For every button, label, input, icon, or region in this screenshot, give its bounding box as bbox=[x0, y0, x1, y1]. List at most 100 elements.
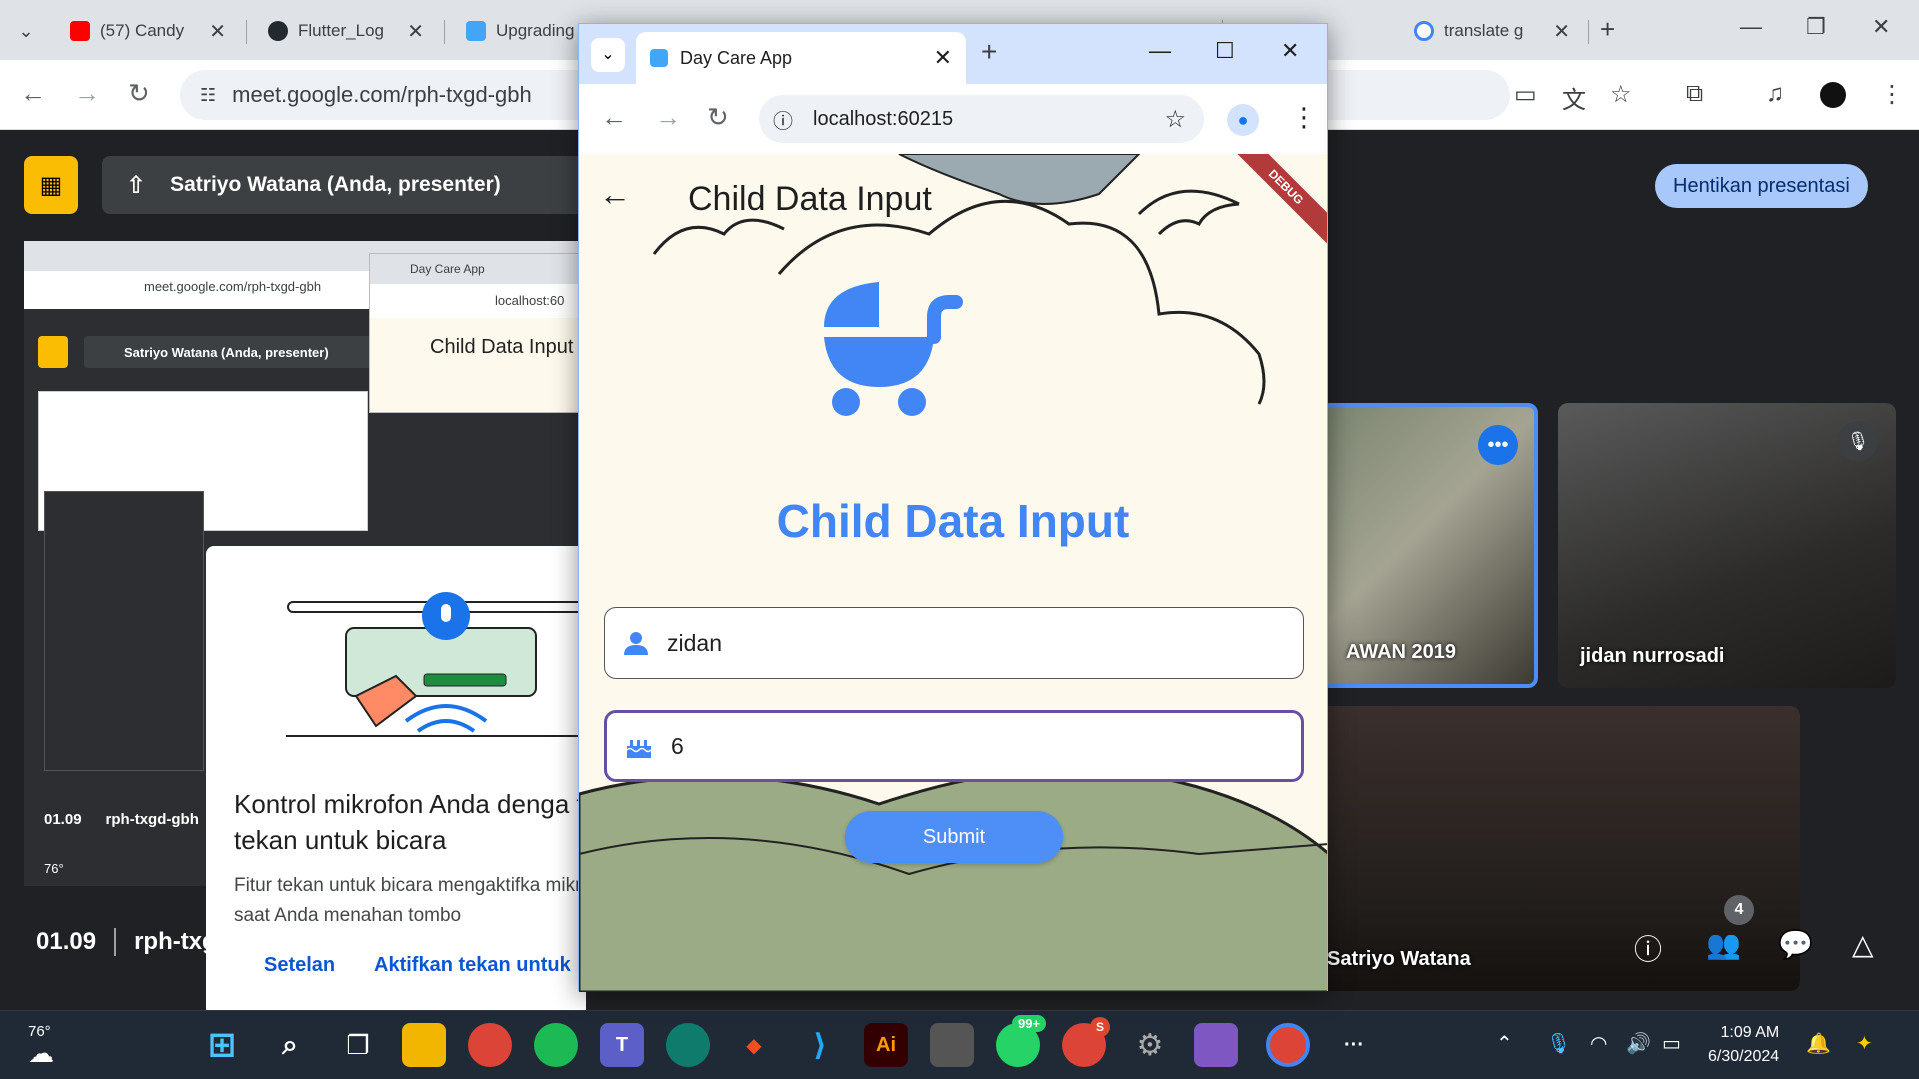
participant-tile[interactable]: 🎙 jidan nurrosadi bbox=[1558, 403, 1896, 688]
site-info-icon[interactable]: ☷ bbox=[200, 85, 216, 106]
popup-tab-bar: ⌄ Day Care App ✕ + — ☐ ✕ bbox=[579, 24, 1327, 84]
tab-youtube[interactable]: (57) Candy ✕ bbox=[58, 10, 238, 52]
figma-icon[interactable]: ◆ bbox=[732, 1023, 776, 1067]
start-button[interactable]: ⊞ bbox=[200, 1023, 244, 1067]
people-icon[interactable]: 👥 bbox=[1706, 928, 1741, 961]
spotify-icon[interactable] bbox=[534, 1023, 578, 1067]
illustrator-icon[interactable]: Ai bbox=[864, 1023, 908, 1067]
submit-button[interactable]: Submit bbox=[845, 811, 1063, 863]
edge-icon[interactable] bbox=[666, 1023, 710, 1067]
camera-icon[interactable]: ▭ bbox=[1514, 80, 1537, 109]
mini-presenting-icon bbox=[38, 336, 68, 368]
app-store-icon[interactable] bbox=[1194, 1023, 1238, 1067]
file-explorer-icon[interactable] bbox=[402, 1023, 446, 1067]
restore-button[interactable]: ❐ bbox=[1806, 14, 1826, 40]
wifi-icon[interactable]: ◠ bbox=[1590, 1031, 1607, 1056]
enable-push-to-talk-button[interactable]: Aktifkan tekan untuk bbox=[374, 954, 571, 977]
menu-dots-icon[interactable]: ⋮ bbox=[1880, 80, 1904, 109]
copilot-icon[interactable]: ✦ bbox=[1856, 1031, 1873, 1056]
participant-tile[interactable]: ••• AWAN 2019 bbox=[1320, 403, 1538, 688]
weather-widget[interactable]: 76° ☁ bbox=[28, 1023, 54, 1069]
clock-date: 6/30/2024 bbox=[1708, 1048, 1780, 1065]
windows-taskbar: 76° ☁ ⊞ ⌕ ❐ T ◆ ⟩ Ai 99+ S ⚙ ··· ⌃ 🎙 ◠ 🔊… bbox=[0, 1010, 1919, 1079]
mic-settings-button[interactable]: Setelan bbox=[264, 954, 335, 977]
child-age-field[interactable]: 6 bbox=[604, 710, 1304, 782]
stroller-icon bbox=[824, 282, 963, 416]
menu-dots-icon[interactable]: ⋮ bbox=[1291, 102, 1317, 133]
child-age-value: 6 bbox=[671, 732, 684, 759]
stop-presenting-button[interactable]: Hentikan presentasi bbox=[1655, 164, 1868, 208]
mini-localhost-url: localhost:60 bbox=[370, 284, 584, 318]
page-heading: Child Data Input bbox=[776, 495, 1130, 547]
mini-weather: 76° bbox=[44, 861, 64, 876]
presenting-icon[interactable]: ▦ bbox=[24, 156, 78, 214]
bookmark-star-icon[interactable]: ☆ bbox=[1610, 80, 1632, 109]
person-icon bbox=[624, 632, 648, 655]
chrome-icon[interactable] bbox=[1266, 1023, 1310, 1067]
app-back-arrow-icon[interactable]: ← bbox=[599, 176, 631, 213]
tray-chevron-icon[interactable]: ⌃ bbox=[1496, 1031, 1513, 1056]
cake-icon bbox=[626, 740, 652, 758]
tab-flutter-docs[interactable]: Upgrading bbox=[454, 10, 594, 52]
tab-github[interactable]: Flutter_Log ✕ bbox=[256, 10, 436, 52]
back-arrow-icon[interactable]: ← bbox=[601, 102, 627, 133]
forward-arrow-icon[interactable]: → bbox=[74, 78, 100, 109]
translate-icon[interactable]: 文 bbox=[1562, 80, 1586, 115]
battery-icon[interactable]: ▭ bbox=[1662, 1031, 1681, 1056]
teams-icon[interactable]: T bbox=[600, 1023, 644, 1067]
new-tab-button[interactable]: + bbox=[981, 36, 997, 68]
close-window-button[interactable]: ✕ bbox=[1872, 14, 1890, 40]
search-icon[interactable]: ⌕ bbox=[268, 1023, 312, 1067]
tab-search-button[interactable]: ⌄ bbox=[591, 38, 625, 72]
tab-search-button[interactable]: ⌄ bbox=[8, 10, 44, 52]
tab-google-translate[interactable]: translate g ✕ bbox=[1402, 10, 1582, 52]
cloud-icon: ☁ bbox=[28, 1038, 54, 1068]
vscode-icon[interactable]: ⟩ bbox=[798, 1023, 842, 1067]
site-info-icon[interactable]: ⓘ bbox=[773, 105, 793, 134]
close-window-button[interactable]: ✕ bbox=[1281, 38, 1299, 64]
tab-day-care-app[interactable]: Day Care App ✕ bbox=[636, 32, 966, 84]
chrome-profile-badge: S bbox=[1090, 1017, 1110, 1037]
maximize-button[interactable]: ☐ bbox=[1215, 38, 1235, 64]
close-icon[interactable]: ✕ bbox=[1553, 19, 1570, 44]
minimize-button[interactable]: — bbox=[1740, 14, 1762, 40]
back-arrow-icon[interactable]: ← bbox=[20, 78, 46, 109]
activities-icon[interactable]: △ bbox=[1852, 928, 1874, 961]
child-name-field[interactable]: zidan bbox=[604, 607, 1304, 679]
remote-desktop-icon[interactable] bbox=[930, 1023, 974, 1067]
settings-icon[interactable]: ⚙ bbox=[1128, 1023, 1172, 1067]
tab-label: (57) Candy bbox=[100, 21, 185, 40]
bookmark-star-icon[interactable]: ☆ bbox=[1164, 105, 1186, 134]
close-icon[interactable]: ✕ bbox=[407, 19, 424, 44]
task-view-icon[interactable]: ❐ bbox=[336, 1023, 380, 1067]
volume-icon[interactable]: 🔊 bbox=[1626, 1031, 1651, 1056]
google-icon bbox=[1414, 21, 1434, 41]
system-clock[interactable]: 1:09 AM 6/30/2024 bbox=[1708, 1021, 1779, 1069]
mic-tray-icon[interactable]: 🎙 bbox=[1546, 1031, 1571, 1056]
participant-name: AWAN 2019 bbox=[1346, 641, 1457, 663]
whatsapp-badge: 99+ bbox=[1012, 1015, 1047, 1032]
address-text: meet.google.com/rph-txgd-gbh bbox=[232, 82, 532, 107]
address-bar[interactable]: ⓘ localhost:60215 ☆ bbox=[759, 95, 1204, 143]
profile-icon[interactable]: ● bbox=[1227, 104, 1259, 136]
more-options-icon[interactable]: ••• bbox=[1478, 425, 1518, 465]
reload-icon[interactable]: ↻ bbox=[128, 78, 150, 109]
close-icon[interactable]: ✕ bbox=[209, 19, 226, 44]
new-tab-button[interactable]: + bbox=[1600, 14, 1615, 45]
chat-icon[interactable]: 💬 bbox=[1778, 928, 1813, 961]
extensions-icon[interactable]: ⧉ bbox=[1686, 80, 1703, 108]
tab-label: Day Care App bbox=[680, 47, 793, 68]
more-apps-icon[interactable]: ··· bbox=[1332, 1023, 1376, 1067]
media-control-icon[interactable]: ♫ bbox=[1766, 80, 1784, 108]
close-icon[interactable]: ✕ bbox=[934, 45, 952, 71]
reload-icon[interactable]: ↻ bbox=[707, 102, 729, 133]
child-name-value: zidan bbox=[667, 629, 722, 656]
profile-avatar[interactable] bbox=[1820, 82, 1846, 108]
popup-toolbar: ← → ↻ ⓘ localhost:60215 ☆ ● ⋮ bbox=[579, 84, 1327, 154]
chrome-canary-icon[interactable] bbox=[468, 1023, 512, 1067]
participant-name: jidan nurrosadi bbox=[1580, 645, 1725, 667]
forward-arrow-icon[interactable]: → bbox=[655, 102, 681, 133]
notification-bell-icon[interactable]: 🔔 bbox=[1806, 1031, 1831, 1056]
info-icon[interactable]: ⓘ bbox=[1634, 928, 1662, 968]
minimize-button[interactable]: — bbox=[1149, 38, 1171, 64]
